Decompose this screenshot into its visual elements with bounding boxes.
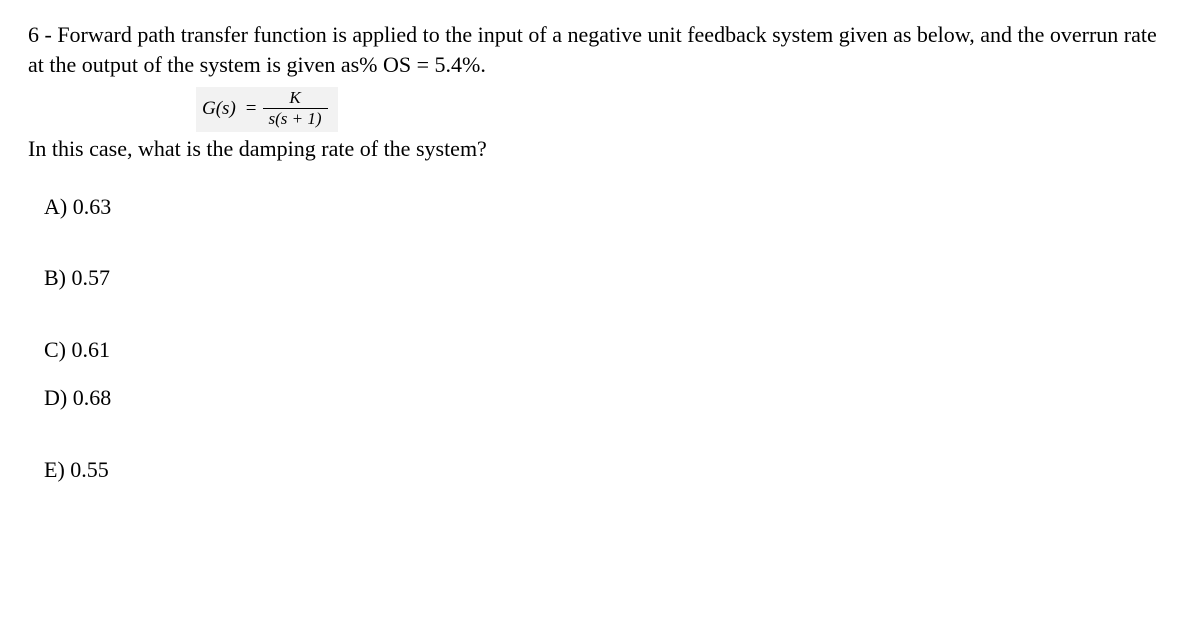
formula-box: G(s) = K s(s + 1) <box>196 87 338 132</box>
question-prompt: In this case, what is the damping rate o… <box>28 134 1172 164</box>
option-b[interactable]: B) 0.57 <box>44 263 1172 293</box>
option-c[interactable]: C) 0.61 <box>44 335 1172 365</box>
transfer-function-formula: G(s) = K s(s + 1) <box>202 89 328 128</box>
option-d[interactable]: D) 0.68 <box>44 383 1172 413</box>
formula-fraction: K s(s + 1) <box>263 89 328 128</box>
options-list: A) 0.63 B) 0.57 C) 0.61 D) 0.68 E) 0.55 <box>28 192 1172 484</box>
option-e[interactable]: E) 0.55 <box>44 455 1172 485</box>
formula-equals: = <box>246 96 257 122</box>
formula-denominator: s(s + 1) <box>263 108 328 128</box>
option-a[interactable]: A) 0.63 <box>44 192 1172 222</box>
formula-numerator: K <box>283 89 306 108</box>
question-intro: 6 - Forward path transfer function is ap… <box>28 20 1172 79</box>
formula-lhs: G(s) <box>202 96 236 122</box>
